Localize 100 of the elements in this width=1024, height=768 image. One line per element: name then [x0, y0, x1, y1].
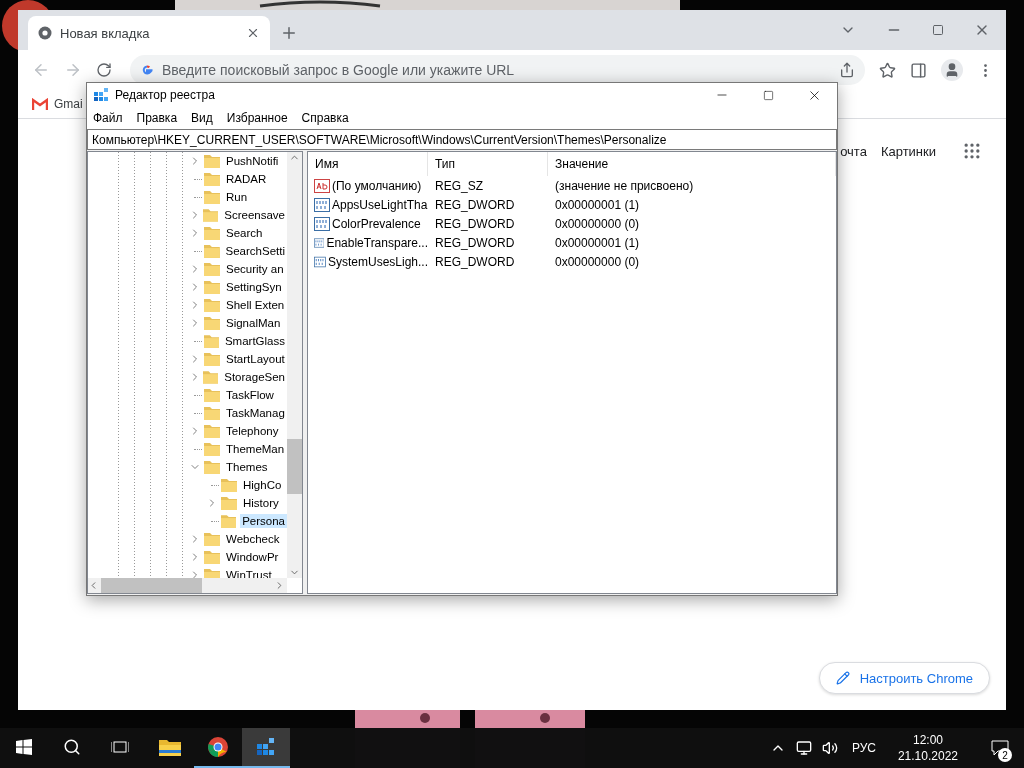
tree-item[interactable]: Webcheck [224, 532, 282, 546]
browser-tab[interactable]: Новая вкладка [28, 16, 270, 50]
tree-item[interactable]: Themes [224, 460, 270, 474]
close-icon[interactable] [246, 26, 260, 40]
tree-item[interactable]: Persona [240, 514, 287, 528]
reload-icon[interactable] [96, 62, 112, 78]
folder-icon [203, 370, 219, 384]
value-name[interactable]: SystemUsesLigh... [327, 254, 428, 269]
tree-item[interactable]: RADAR [224, 172, 269, 186]
column-header[interactable]: Имя [308, 152, 428, 176]
folder-icon [203, 334, 219, 348]
taskbar-app[interactable] [242, 728, 290, 768]
network-icon[interactable] [795, 740, 812, 756]
google-icon [140, 63, 154, 77]
task-view-icon [111, 739, 129, 755]
horizontal-scrollbar[interactable] [88, 578, 287, 593]
folder-icon [221, 478, 237, 492]
header-link[interactable]: очта [840, 143, 867, 159]
customize-button[interactable]: Настроить Chrome [818, 662, 990, 694]
tree-item[interactable]: StorageSen [222, 370, 287, 384]
address-field[interactable]: Компьютер\HKEY_CURRENT_USER\SOFTWARE\Microsoft\Windows\CurrentVersion\Themes\Personalize [87, 129, 837, 150]
binary-value-icon [314, 235, 325, 250]
tree-item[interactable]: Run [224, 190, 250, 204]
table-cell-text: REG_DWORD [434, 216, 516, 231]
maximize-icon[interactable] [932, 24, 944, 36]
share-icon[interactable] [839, 62, 855, 78]
menu-item[interactable]: Файл [93, 111, 123, 125]
tree-item[interactable]: SearchSetti [223, 244, 287, 258]
notifications-button[interactable]: 2 [976, 728, 1024, 768]
apps-grid-icon[interactable] [962, 141, 982, 161]
folder-icon [204, 550, 220, 564]
table-cell-text: 0x00000001 (1) [554, 235, 641, 250]
binary-value-icon [314, 216, 330, 231]
value-name[interactable]: EnableTranspare... [326, 235, 428, 250]
folder-icon [204, 226, 220, 240]
folder-icon [204, 388, 220, 402]
star-icon[interactable] [879, 61, 896, 79]
tree-item[interactable]: Security an [224, 262, 286, 276]
address-field[interactable]: Введите поисковый запрос в Google или укажите URL [130, 55, 865, 85]
tree-item[interactable]: SmartGlass [222, 334, 287, 348]
tree-item[interactable]: Telephony [224, 424, 281, 438]
bookmark-link[interactable]: Gmai [54, 97, 83, 111]
folder-icon [204, 532, 220, 546]
scrollbar-thumb[interactable] [101, 578, 202, 593]
tree-item[interactable]: SignalMan [224, 316, 283, 330]
registry-icon [255, 736, 277, 758]
folder-icon [221, 496, 237, 510]
folder-icon [204, 442, 220, 456]
tree-item[interactable]: ThemeMan [224, 442, 287, 456]
back-icon[interactable] [32, 61, 50, 79]
column-header[interactable]: Тип [428, 152, 548, 176]
table-cell-text: REG_SZ [434, 178, 484, 193]
binary-value-icon [314, 197, 330, 212]
scrollbar-thumb[interactable] [287, 439, 302, 494]
folder-icon [204, 172, 220, 186]
value-name[interactable]: ColorPrevalence [332, 216, 421, 231]
tree-item[interactable]: TaskFlow [224, 388, 276, 402]
search-icon [63, 738, 81, 756]
folder-icon [204, 406, 220, 420]
tree-item[interactable]: WindowPr [224, 550, 281, 564]
new-tab-icon[interactable] [280, 24, 298, 42]
tree-item[interactable]: Shell Exten [224, 298, 287, 312]
forward-icon[interactable] [64, 61, 82, 79]
tree-item[interactable]: Screensave [222, 208, 287, 222]
mail-icon [32, 98, 48, 110]
vertical-scrollbar[interactable] [287, 152, 302, 578]
menu-item[interactable]: Вид [191, 111, 213, 125]
tree-item[interactable]: StartLayout [224, 352, 287, 366]
side-panel-icon[interactable] [910, 61, 927, 79]
header-link[interactable]: Картинки [880, 143, 936, 159]
folder-icon [203, 244, 220, 258]
string-value-icon [314, 178, 330, 193]
folder-icon [204, 280, 220, 294]
tree-item[interactable]: SettingSyn [224, 280, 284, 294]
table-cell-text: REG_DWORD [434, 235, 516, 250]
date-text: 21.10.2022 [897, 748, 958, 764]
table-cell-text: 0x00000000 (0) [554, 254, 641, 269]
folder-icon [159, 738, 181, 756]
value-name[interactable]: AppsUseLightTha [332, 197, 428, 212]
menu-item[interactable]: Избранное [226, 111, 288, 125]
folder-icon [203, 208, 219, 222]
tree-item[interactable]: History [241, 496, 281, 510]
profile-icon[interactable] [941, 59, 963, 81]
value-name[interactable]: (По умолчанию) [332, 178, 422, 193]
column-header[interactable]: Значение [548, 152, 836, 176]
table-cell-text: REG_DWORD [434, 197, 516, 212]
tree-item[interactable]: PushNotifi [224, 154, 281, 168]
tree-item[interactable]: Search [224, 226, 265, 240]
table-cell-text: (значение не присвоено) [554, 178, 695, 193]
menu-item[interactable]: Правка [136, 111, 178, 125]
clock[interactable]: 12:00 21.10.2022 [889, 732, 966, 764]
binary-value-icon [314, 254, 326, 269]
language-indicator[interactable]: РУС [851, 741, 876, 755]
menu-item[interactable]: Справка [301, 111, 349, 125]
tree-item[interactable]: HighCo [241, 478, 284, 492]
chrome-icon [207, 736, 229, 758]
volume-muted-icon[interactable] [821, 740, 838, 756]
folder-icon [204, 316, 220, 330]
tree-item[interactable]: TaskManag [224, 406, 287, 420]
folder-icon [204, 154, 220, 168]
